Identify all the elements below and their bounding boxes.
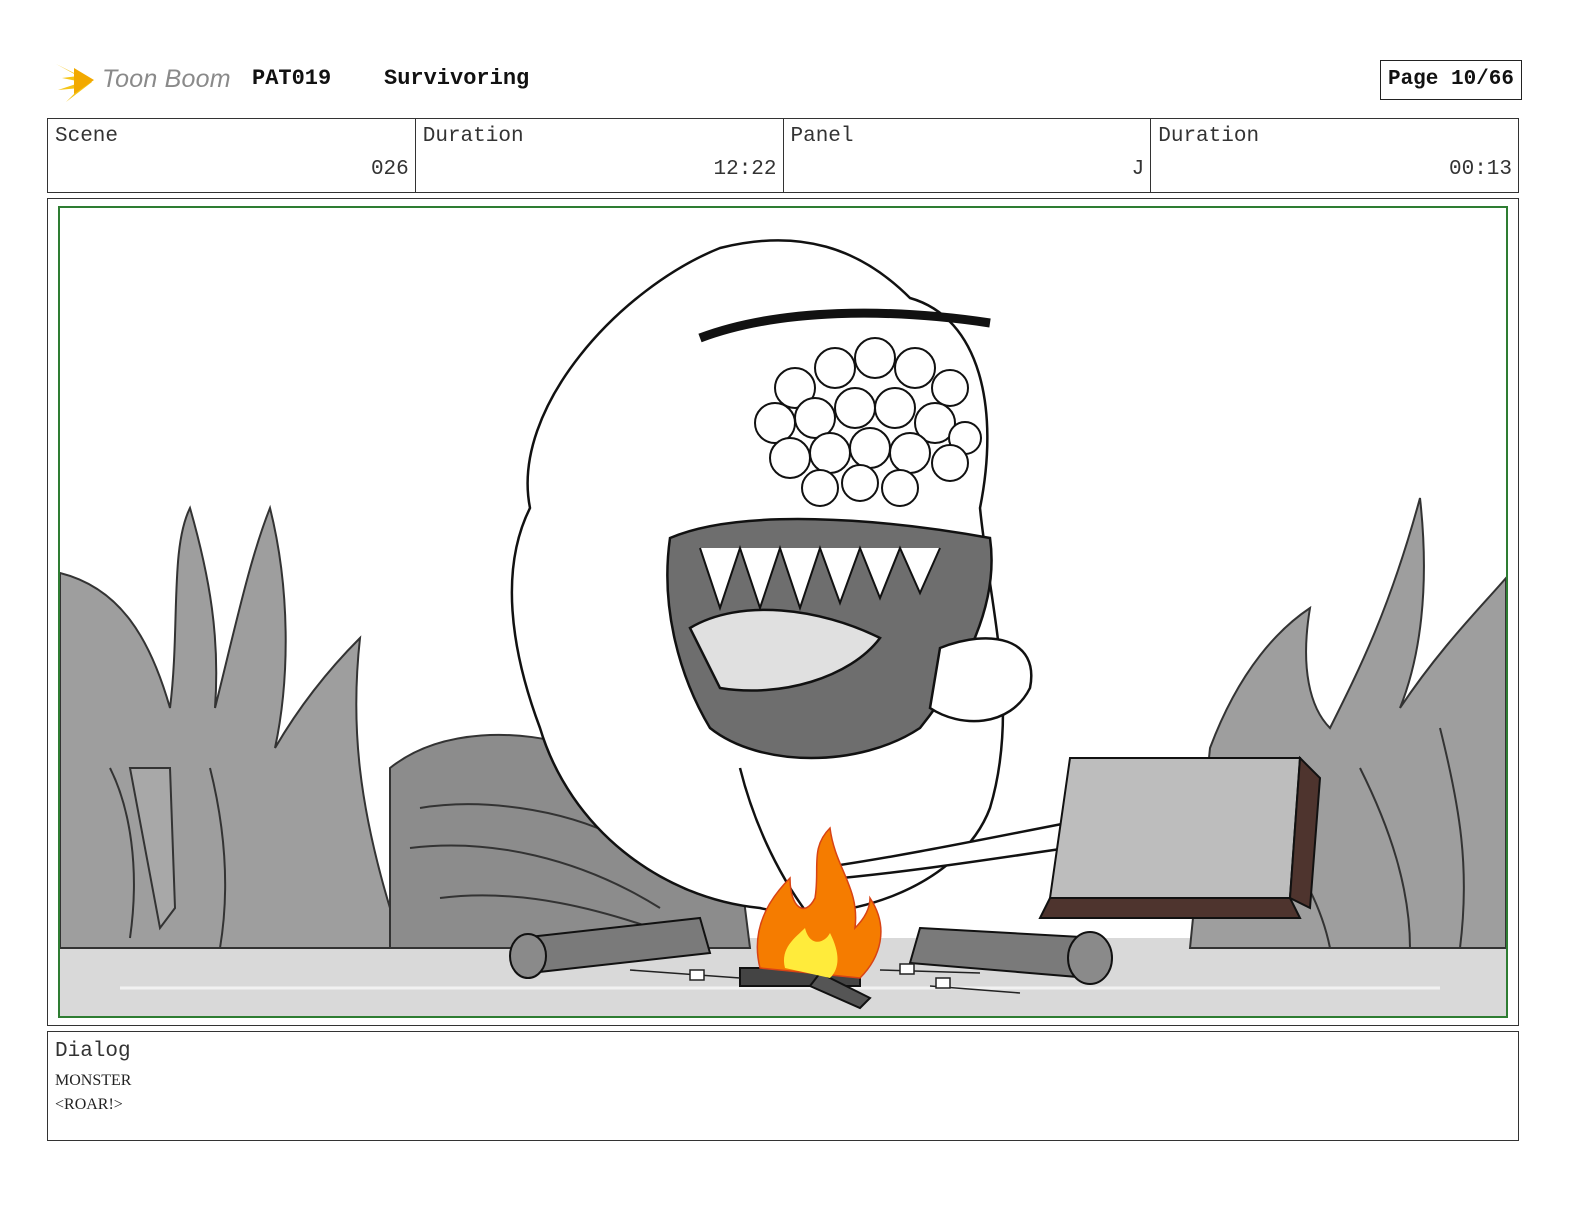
panel-cell: Panel J bbox=[784, 119, 1152, 192]
storyboard-sketch bbox=[60, 239, 1506, 1016]
panel-value: J bbox=[1131, 158, 1145, 181]
panel-frame bbox=[47, 198, 1519, 1026]
panel-duration-cell: Duration 00:13 bbox=[1151, 119, 1518, 192]
panel-duration-value: 00:13 bbox=[1448, 158, 1512, 181]
scene-duration-cell: Duration 12:22 bbox=[416, 119, 784, 192]
scene-duration-value: 12:22 bbox=[713, 158, 777, 181]
panel-info-row: Scene 026 Duration 12:22 Panel J Duratio… bbox=[47, 118, 1519, 193]
scene-value: 026 bbox=[370, 158, 409, 181]
project-code: PAT019 bbox=[252, 66, 332, 91]
storyboard-header: Toon Boom PAT019 Survivoring Page 10/66 bbox=[52, 56, 1522, 106]
dialog-speaker: MONSTER bbox=[55, 1072, 132, 1089]
panel-label: Panel bbox=[790, 125, 854, 148]
dialog-box: Dialog MONSTER <ROAR!> bbox=[47, 1031, 1519, 1141]
left-foliage bbox=[60, 504, 402, 949]
episode-title: Survivoring bbox=[384, 66, 530, 91]
sunburst-icon bbox=[56, 64, 94, 102]
graham-cracker bbox=[1038, 755, 1322, 919]
toon-boom-logo: Toon Boom bbox=[52, 56, 242, 106]
scene-cell: Scene 026 bbox=[48, 119, 416, 192]
scene-duration-label: Duration bbox=[422, 125, 524, 148]
panel-drawing bbox=[58, 206, 1508, 1018]
dialog-label: Dialog bbox=[55, 1040, 131, 1063]
page-indicator: Page 10/66 bbox=[1379, 60, 1522, 100]
dialog-text: <ROAR!> bbox=[55, 1096, 123, 1113]
scene-label: Scene bbox=[55, 125, 119, 148]
logo-text: Toon Boom bbox=[102, 65, 231, 93]
panel-duration-label: Duration bbox=[1158, 125, 1260, 148]
